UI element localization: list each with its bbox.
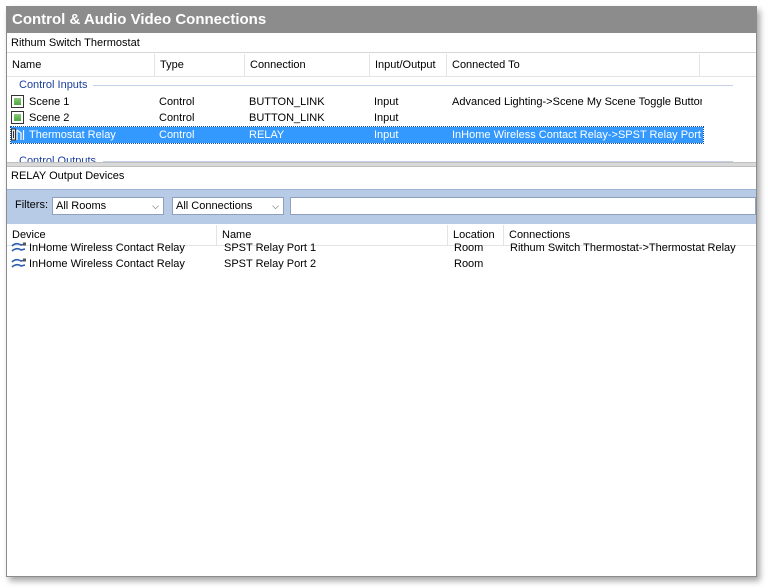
scene-icon [11,111,24,124]
table-row[interactable]: Scene 1 Control BUTTON_LINK Input Advanc… [11,94,703,110]
column-header-connection[interactable]: Connection [245,54,370,76]
row-connection: RELAY [249,129,285,141]
room-filter-dropdown[interactable]: All Rooms ⌵ [52,197,164,215]
device-name-label: Rithum Switch Thermostat [7,33,756,53]
device-name: InHome Wireless Contact Relay [29,242,185,254]
row-type: Control [159,96,195,108]
relay-icon [11,128,25,141]
table-row-selected[interactable]: Thermostat Relay Control RELAY Input InH… [10,126,704,144]
row-io: Input [374,129,399,141]
group-divider [93,85,733,86]
scene-icon [11,95,24,108]
device-name: InHome Wireless Contact Relay [29,258,185,270]
row-connection: BUTTON_LINK [249,96,325,108]
row-name: Thermostat Relay [29,129,116,141]
row-type: Control [159,112,195,124]
row-io: Input [374,96,399,108]
filters-label: Filters: [15,199,48,211]
chevron-down-icon: ⌵ [272,201,279,211]
device-row[interactable]: InHome Wireless Contact Relay SPST Relay… [11,240,751,256]
device-location: Room [454,242,484,254]
column-header-input-output[interactable]: Input/Output [370,54,447,76]
row-connected-to: Advanced Lighting->Scene My Scene Toggle… [452,96,702,108]
device-connections: Rithum Switch Thermostat->Thermostat Rel… [510,242,736,254]
relay-device-icon [11,242,26,252]
connections-table-header: Name Type Connection Input/Output Connec… [7,54,756,77]
row-connected-to: InHome Wireless Contact Relay->SPST Rela… [452,129,702,141]
output-panel-title: RELAY Output Devices [11,170,125,182]
connection-filter-dropdown[interactable]: All Connections ⌵ [172,197,284,215]
search-input[interactable] [290,197,756,215]
room-filter-value: All Rooms [56,200,107,212]
device-location: Room [454,258,484,270]
chevron-down-icon: ⌵ [152,201,159,211]
device-port-name: SPST Relay Port 1 [224,242,317,254]
column-header-connected-to[interactable]: Connected To [447,54,700,76]
device-row[interactable]: InHome Wireless Contact Relay SPST Relay… [11,256,751,272]
connection-filter-value: All Connections [176,200,253,212]
row-type: Control [159,129,195,141]
group-label-control-outputs[interactable]: Control Outputs [7,153,96,162]
window-title: Control & Audio Video Connections [7,7,756,33]
connections-window: Control & Audio Video Connections Rithum… [6,6,757,577]
device-port-name: SPST Relay Port 2 [224,258,317,270]
row-connection: BUTTON_LINK [249,112,325,124]
group-label-control-inputs[interactable]: Control Inputs [7,77,87,93]
filter-bar: Filters: All Rooms ⌵ All Connections ⌵ [7,189,756,224]
relay-device-icon [11,258,26,268]
column-header-name[interactable]: Name [7,54,155,76]
control-outputs-clip: Control Outputs [7,146,756,162]
column-header-type[interactable]: Type [155,54,245,76]
table-row[interactable]: Scene 2 Control BUTTON_LINK Input [11,110,703,126]
row-name: Scene 2 [29,112,70,124]
row-name: Scene 1 [29,96,70,108]
row-io: Input [374,112,399,124]
